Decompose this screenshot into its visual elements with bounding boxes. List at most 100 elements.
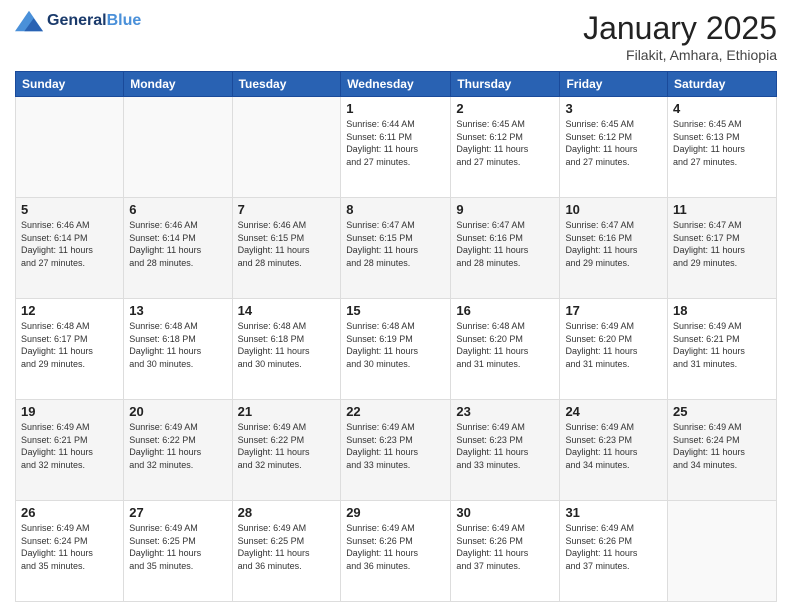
day-number: 22 (346, 404, 445, 419)
day-info: Sunrise: 6:48 AM Sunset: 6:20 PM Dayligh… (456, 320, 554, 370)
table-cell: 9 Sunrise: 6:47 AM Sunset: 6:16 PM Daylig… (451, 198, 560, 299)
col-wednesday: Wednesday (341, 72, 451, 97)
day-number: 13 (129, 303, 226, 318)
table-cell: 18 Sunrise: 6:49 AM Sunset: 6:21 PM Dayli… (668, 299, 777, 400)
day-info: Sunrise: 6:45 AM Sunset: 6:12 PM Dayligh… (456, 118, 554, 168)
day-info: Sunrise: 6:49 AM Sunset: 6:26 PM Dayligh… (565, 522, 662, 572)
calendar-week-row: 1 Sunrise: 6:44 AM Sunset: 6:11 PM Daylig… (16, 97, 777, 198)
calendar-table: Sunday Monday Tuesday Wednesday Thursday… (15, 71, 777, 602)
table-cell: 11 Sunrise: 6:47 AM Sunset: 6:17 PM Dayli… (668, 198, 777, 299)
day-info: Sunrise: 6:46 AM Sunset: 6:14 PM Dayligh… (21, 219, 118, 269)
day-info: Sunrise: 6:47 AM Sunset: 6:17 PM Dayligh… (673, 219, 771, 269)
table-cell: 1 Sunrise: 6:44 AM Sunset: 6:11 PM Daylig… (341, 97, 451, 198)
day-number: 6 (129, 202, 226, 217)
day-number: 14 (238, 303, 336, 318)
day-number: 9 (456, 202, 554, 217)
day-number: 8 (346, 202, 445, 217)
calendar-header-row: Sunday Monday Tuesday Wednesday Thursday… (16, 72, 777, 97)
table-cell: 26 Sunrise: 6:49 AM Sunset: 6:24 PM Dayli… (16, 501, 124, 602)
day-number: 15 (346, 303, 445, 318)
table-cell: 28 Sunrise: 6:49 AM Sunset: 6:25 PM Dayli… (232, 501, 341, 602)
day-number: 26 (21, 505, 118, 520)
table-cell: 31 Sunrise: 6:49 AM Sunset: 6:26 PM Dayli… (560, 501, 668, 602)
table-cell (16, 97, 124, 198)
day-number: 29 (346, 505, 445, 520)
day-info: Sunrise: 6:47 AM Sunset: 6:16 PM Dayligh… (565, 219, 662, 269)
day-info: Sunrise: 6:49 AM Sunset: 6:21 PM Dayligh… (673, 320, 771, 370)
table-cell: 21Sunrise: 6:49 AM Sunset: 6:22 PM Dayli… (232, 400, 341, 501)
title-area: January 2025 Filakit, Amhara, Ethiopia (583, 10, 777, 63)
table-cell: 22 Sunrise: 6:49 AM Sunset: 6:23 PM Dayli… (341, 400, 451, 501)
day-number: 1 (346, 101, 445, 116)
table-cell: 6 Sunrise: 6:46 AM Sunset: 6:14 PM Daylig… (124, 198, 232, 299)
day-info: Sunrise: 6:47 AM Sunset: 6:15 PM Dayligh… (346, 219, 445, 269)
day-info: Sunrise: 6:45 AM Sunset: 6:12 PM Dayligh… (565, 118, 662, 168)
day-info: Sunrise: 6:49 AM Sunset: 6:25 PM Dayligh… (238, 522, 336, 572)
day-info: Sunrise: 6:49 AM Sunset: 6:23 PM Dayligh… (346, 421, 445, 471)
table-cell: 30 Sunrise: 6:49 AM Sunset: 6:26 PM Dayli… (451, 501, 560, 602)
day-number: 5 (21, 202, 118, 217)
col-sunday: Sunday (16, 72, 124, 97)
col-tuesday: Tuesday (232, 72, 341, 97)
table-cell: 29 Sunrise: 6:49 AM Sunset: 6:26 PM Dayli… (341, 501, 451, 602)
logo-text: GeneralBlue (47, 12, 141, 30)
day-number: 10 (565, 202, 662, 217)
calendar-week-row: 26 Sunrise: 6:49 AM Sunset: 6:24 PM Dayli… (16, 501, 777, 602)
day-number: 16 (456, 303, 554, 318)
day-info: Sunrise: 6:49 AM Sunset: 6:26 PM Dayligh… (346, 522, 445, 572)
table-cell: 15Sunrise: 6:48 AM Sunset: 6:19 PM Dayli… (341, 299, 451, 400)
header: GeneralBlue January 2025 Filakit, Amhara… (15, 10, 777, 63)
day-number: 23 (456, 404, 554, 419)
day-number: 2 (456, 101, 554, 116)
day-number: 28 (238, 505, 336, 520)
table-cell: 24 Sunrise: 6:49 AM Sunset: 6:23 PM Dayli… (560, 400, 668, 501)
day-number: 17 (565, 303, 662, 318)
day-number: 19 (21, 404, 118, 419)
table-cell: 14 Sunrise: 6:48 AM Sunset: 6:18 PM Dayli… (232, 299, 341, 400)
day-info: Sunrise: 6:44 AM Sunset: 6:11 PM Dayligh… (346, 118, 445, 168)
day-info: Sunrise: 6:46 AM Sunset: 6:14 PM Dayligh… (129, 219, 226, 269)
day-info: Sunrise: 6:49 AM Sunset: 6:23 PM Dayligh… (565, 421, 662, 471)
table-cell: 4 Sunrise: 6:45 AM Sunset: 6:13 PM Daylig… (668, 97, 777, 198)
table-cell (668, 501, 777, 602)
day-info: Sunrise: 6:49 AM Sunset: 6:21 PM Dayligh… (21, 421, 118, 471)
day-number: 11 (673, 202, 771, 217)
day-info: Sunrise: 6:49 AM Sunset: 6:24 PM Dayligh… (21, 522, 118, 572)
day-number: 31 (565, 505, 662, 520)
col-monday: Monday (124, 72, 232, 97)
day-number: 27 (129, 505, 226, 520)
logo-icon (15, 10, 43, 32)
table-cell: 5 Sunrise: 6:46 AM Sunset: 6:14 PM Daylig… (16, 198, 124, 299)
day-info: Sunrise: 6:47 AM Sunset: 6:16 PM Dayligh… (456, 219, 554, 269)
day-number: 30 (456, 505, 554, 520)
page: GeneralBlue January 2025 Filakit, Amhara… (0, 0, 792, 612)
day-info: Sunrise: 6:49 AM Sunset: 6:20 PM Dayligh… (565, 320, 662, 370)
table-cell: 10 Sunrise: 6:47 AM Sunset: 6:16 PM Dayli… (560, 198, 668, 299)
day-info: Sunrise: 6:45 AM Sunset: 6:13 PM Dayligh… (673, 118, 771, 168)
table-cell: 25 Sunrise: 6:49 AM Sunset: 6:24 PM Dayli… (668, 400, 777, 501)
table-cell: 3Sunrise: 6:45 AM Sunset: 6:12 PM Daylig… (560, 97, 668, 198)
day-number: 7 (238, 202, 336, 217)
day-info: Sunrise: 6:49 AM Sunset: 6:24 PM Dayligh… (673, 421, 771, 471)
day-info: Sunrise: 6:49 AM Sunset: 6:26 PM Dayligh… (456, 522, 554, 572)
day-number: 12 (21, 303, 118, 318)
calendar-week-row: 12Sunrise: 6:48 AM Sunset: 6:17 PM Dayli… (16, 299, 777, 400)
day-info: Sunrise: 6:49 AM Sunset: 6:23 PM Dayligh… (456, 421, 554, 471)
table-cell: 12Sunrise: 6:48 AM Sunset: 6:17 PM Dayli… (16, 299, 124, 400)
table-cell: 2 Sunrise: 6:45 AM Sunset: 6:12 PM Daylig… (451, 97, 560, 198)
calendar-week-row: 5 Sunrise: 6:46 AM Sunset: 6:14 PM Daylig… (16, 198, 777, 299)
table-cell: 20Sunrise: 6:49 AM Sunset: 6:22 PM Dayli… (124, 400, 232, 501)
table-cell: 8 Sunrise: 6:47 AM Sunset: 6:15 PM Daylig… (341, 198, 451, 299)
table-cell (232, 97, 341, 198)
day-number: 4 (673, 101, 771, 116)
table-cell: 17 Sunrise: 6:49 AM Sunset: 6:20 PM Dayli… (560, 299, 668, 400)
table-cell (124, 97, 232, 198)
location: Filakit, Amhara, Ethiopia (583, 47, 777, 63)
day-number: 18 (673, 303, 771, 318)
day-info: Sunrise: 6:48 AM Sunset: 6:18 PM Dayligh… (238, 320, 336, 370)
month-title: January 2025 (583, 10, 777, 47)
day-number: 25 (673, 404, 771, 419)
day-info: Sunrise: 6:48 AM Sunset: 6:18 PM Dayligh… (129, 320, 226, 370)
day-number: 20 (129, 404, 226, 419)
day-number: 24 (565, 404, 662, 419)
